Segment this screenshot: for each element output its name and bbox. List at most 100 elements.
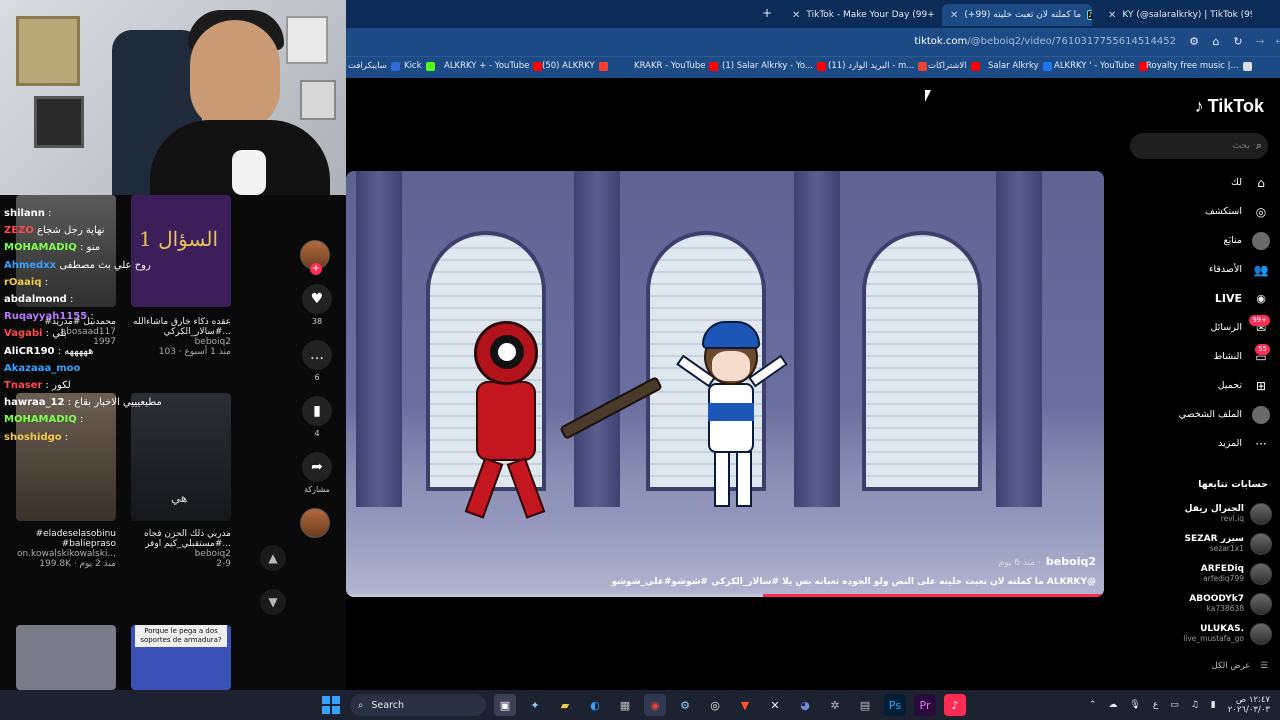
site-settings-icon[interactable]: ⚙ — [1186, 34, 1202, 50]
close-tab-icon[interactable]: ✕ — [1108, 10, 1116, 21]
volume-icon[interactable]: ♫ — [1191, 700, 1199, 710]
next-video-button[interactable]: ▼ — [260, 589, 286, 615]
video-thumbnail[interactable] — [16, 625, 116, 690]
heart-icon[interactable]: ♥ — [302, 284, 332, 314]
music-disc[interactable] — [300, 508, 334, 538]
video-info: منذ 6 يوم · beboiq2 ما كملته لان تعبت خل… — [612, 550, 1096, 587]
video-author[interactable]: beboiq2 — [1046, 555, 1096, 568]
language-indicator[interactable]: ع — [1153, 700, 1158, 710]
battery-icon[interactable]: ▮ — [1211, 700, 1216, 710]
chat-username: Ruqayyah1155 — [4, 311, 88, 323]
bookmark-item[interactable]: Kick — [404, 61, 435, 71]
file-explorer-icon[interactable]: ▰ — [554, 694, 576, 716]
bookmark-item[interactable]: ALKRKY ' - YouTube — [1054, 61, 1148, 71]
thumbnail-meta: عقده ذكاء خارق ماشاءالله #سالار_الكركي..… — [133, 317, 231, 357]
tab-current-video[interactable]: ✕ ما كملته لان تعبت خليته (99+) ♪ — [942, 4, 1092, 26]
following-account[interactable]: ULUKAS. live_mustafa_go — [1152, 620, 1272, 648]
clock[interactable]: ١٢:٤٧ ص ٢٠٢٦/٠٣/٠٣ — [1228, 695, 1270, 715]
search-box[interactable]: ⌕ — [1130, 133, 1268, 159]
sidebar-item-live[interactable]: LIVE ◉ — [1130, 284, 1270, 313]
sidebar-item-friends[interactable]: الأصدقاء 👥 — [1130, 255, 1270, 284]
bookmark-item[interactable]: Royalty free music |... — [1146, 61, 1252, 71]
back-icon[interactable]: → — [1252, 34, 1268, 50]
sidebar-item-more[interactable]: المزيد ··· — [1130, 429, 1270, 458]
creator-avatar[interactable]: + — [300, 240, 330, 275]
task-view-icon[interactable]: ▣ — [494, 694, 516, 716]
bookmark-item[interactable]: (50) ALKRKY — [542, 61, 608, 71]
following-account[interactable]: SEZAR سيزر sezar1x1 — [1152, 530, 1272, 558]
bookmark-item[interactable]: KRAKR - YouTube — [634, 61, 719, 71]
discord-icon[interactable]: ◕ — [794, 694, 816, 716]
following-account[interactable]: ARFEDiq arfediq799 — [1152, 560, 1272, 588]
bookmark-item[interactable]: ALKRKY + - YouTube — [444, 61, 543, 71]
store-icon[interactable]: ▦ — [614, 694, 636, 716]
settings-icon[interactable]: ✲ — [824, 694, 846, 716]
search-icon[interactable]: ⌕ — [1256, 139, 1262, 153]
wall-frame — [300, 80, 336, 120]
tab-profile[interactable]: ✕ KY (@salaralkrky) | TikTok (99+) ♪ — [1100, 4, 1252, 26]
sidebar-item-following-avatar[interactable]: متابَع ● — [1130, 226, 1270, 255]
sidebar-item-activity[interactable]: النشاط ▭ 55 — [1130, 342, 1270, 371]
comment-action[interactable]: … 6 — [300, 340, 334, 382]
forward-icon[interactable]: ← — [1272, 34, 1280, 50]
snipping-tool-icon[interactable]: ▤ — [854, 694, 876, 716]
follow-plus-icon[interactable]: + — [310, 263, 322, 275]
previous-video-button[interactable]: ▲ — [260, 545, 286, 571]
bookmark-item[interactable]: سايبكرافت — [348, 61, 400, 71]
share-action[interactable]: ➦ مشاركة — [300, 452, 334, 494]
share-icon[interactable]: ➦ — [302, 452, 332, 482]
capcut-icon[interactable]: ✕ — [764, 694, 786, 716]
video-progress[interactable] — [346, 594, 1104, 597]
brave-icon[interactable]: ▼ — [734, 694, 756, 716]
bookmark-item[interactable]: (1) Salar Alkrky - Yo... — [722, 61, 827, 71]
chrome-icon[interactable]: ◉ — [644, 694, 666, 716]
sidebar-item-compass[interactable]: استكشف ◎ — [1130, 197, 1270, 226]
windows-start-icon[interactable] — [320, 694, 342, 716]
tiktok-app-icon[interactable]: ♪ — [944, 694, 966, 716]
chat-message: Akazaaa_moo — [4, 360, 80, 377]
sidebar-item-messages[interactable]: الرسائل ✉ 99+ — [1130, 313, 1270, 342]
premiere-icon[interactable]: Pr — [914, 694, 936, 716]
search-input[interactable] — [1149, 141, 1250, 151]
edge-icon[interactable]: ◐ — [584, 694, 606, 716]
video-thumbnail[interactable]: السؤال 1 — [131, 195, 231, 307]
bookmark-item[interactable]: الاشتراكات — [928, 61, 980, 71]
like-action[interactable]: ♥ 38 — [300, 284, 334, 326]
video-thumbnail[interactable]: Porque le pega a dos soportes de armadur… — [131, 625, 231, 690]
account-name: ABOODYk7 — [1189, 594, 1244, 604]
reload-icon[interactable]: ↻ — [1230, 34, 1246, 50]
taskbar-search[interactable]: ⌕ Search — [350, 694, 486, 716]
tiktok-logo[interactable]: ♪ TikTok — [1195, 96, 1264, 117]
steam-icon[interactable]: ⚙ — [674, 694, 696, 716]
tiktok-page: ♪ TikTok ⌕ لك ⌂ استكشف ◎ متابَع ● الأصدقاء 👥 LIV… — [346, 78, 1280, 690]
url-field[interactable]: tiktok.com/@beboiq2/video/76103177556145… — [914, 36, 1176, 47]
close-tab-icon[interactable]: ✕ — [792, 10, 800, 21]
sidebar-item-upload[interactable]: تحميل ⊞ — [1130, 371, 1270, 400]
music-disc-icon[interactable] — [300, 508, 330, 538]
upload-icon: ⊞ — [1255, 378, 1267, 393]
comment-icon[interactable]: … — [302, 340, 332, 370]
bookmark-item[interactable]: (11) البريد الوارد - m... — [828, 61, 928, 71]
video-player[interactable]: منذ 6 يوم · beboiq2 ما كملته لان تعبت خل… — [346, 171, 1104, 597]
sidebar-item-home[interactable]: لك ⌂ — [1130, 168, 1270, 197]
see-all-link[interactable]: عرض الكل ☰ — [1212, 661, 1268, 671]
bookmark-item[interactable]: Salar Alkrky — [988, 61, 1052, 71]
home-icon[interactable]: ⌂ — [1208, 34, 1224, 50]
close-tab-icon[interactable]: ✕ — [950, 10, 958, 21]
mic-icon[interactable]: 🎙 — [1129, 700, 1140, 710]
chevron-up-icon[interactable]: ⌃ — [1089, 700, 1097, 710]
cloud-icon[interactable]: ☁ — [1108, 700, 1117, 710]
tab-tiktok-home[interactable]: ✕ TikTok - Make Your Day (99+) ♪ — [784, 4, 934, 26]
new-tab-button[interactable]: + — [762, 6, 772, 20]
following-account[interactable]: ABOODYk7 ka738638 — [1152, 590, 1272, 618]
save-action[interactable]: ▮ 4 — [300, 396, 334, 438]
following-account[interactable]: الجنرال ريفل revl.iq — [1152, 500, 1272, 528]
video-thumbnail[interactable]: هي — [131, 393, 231, 521]
network-icon[interactable]: ▭ — [1170, 700, 1179, 710]
copilot-icon[interactable]: ✦ — [524, 694, 546, 716]
photoshop-icon[interactable]: Ps — [884, 694, 906, 716]
bookmark-icon[interactable]: ▮ — [302, 396, 332, 426]
bookmark-label: Kick — [404, 61, 422, 71]
obs-icon[interactable]: ◎ — [704, 694, 726, 716]
sidebar-item-profile-avatar[interactable]: الملف الشخصي ● — [1130, 400, 1270, 429]
